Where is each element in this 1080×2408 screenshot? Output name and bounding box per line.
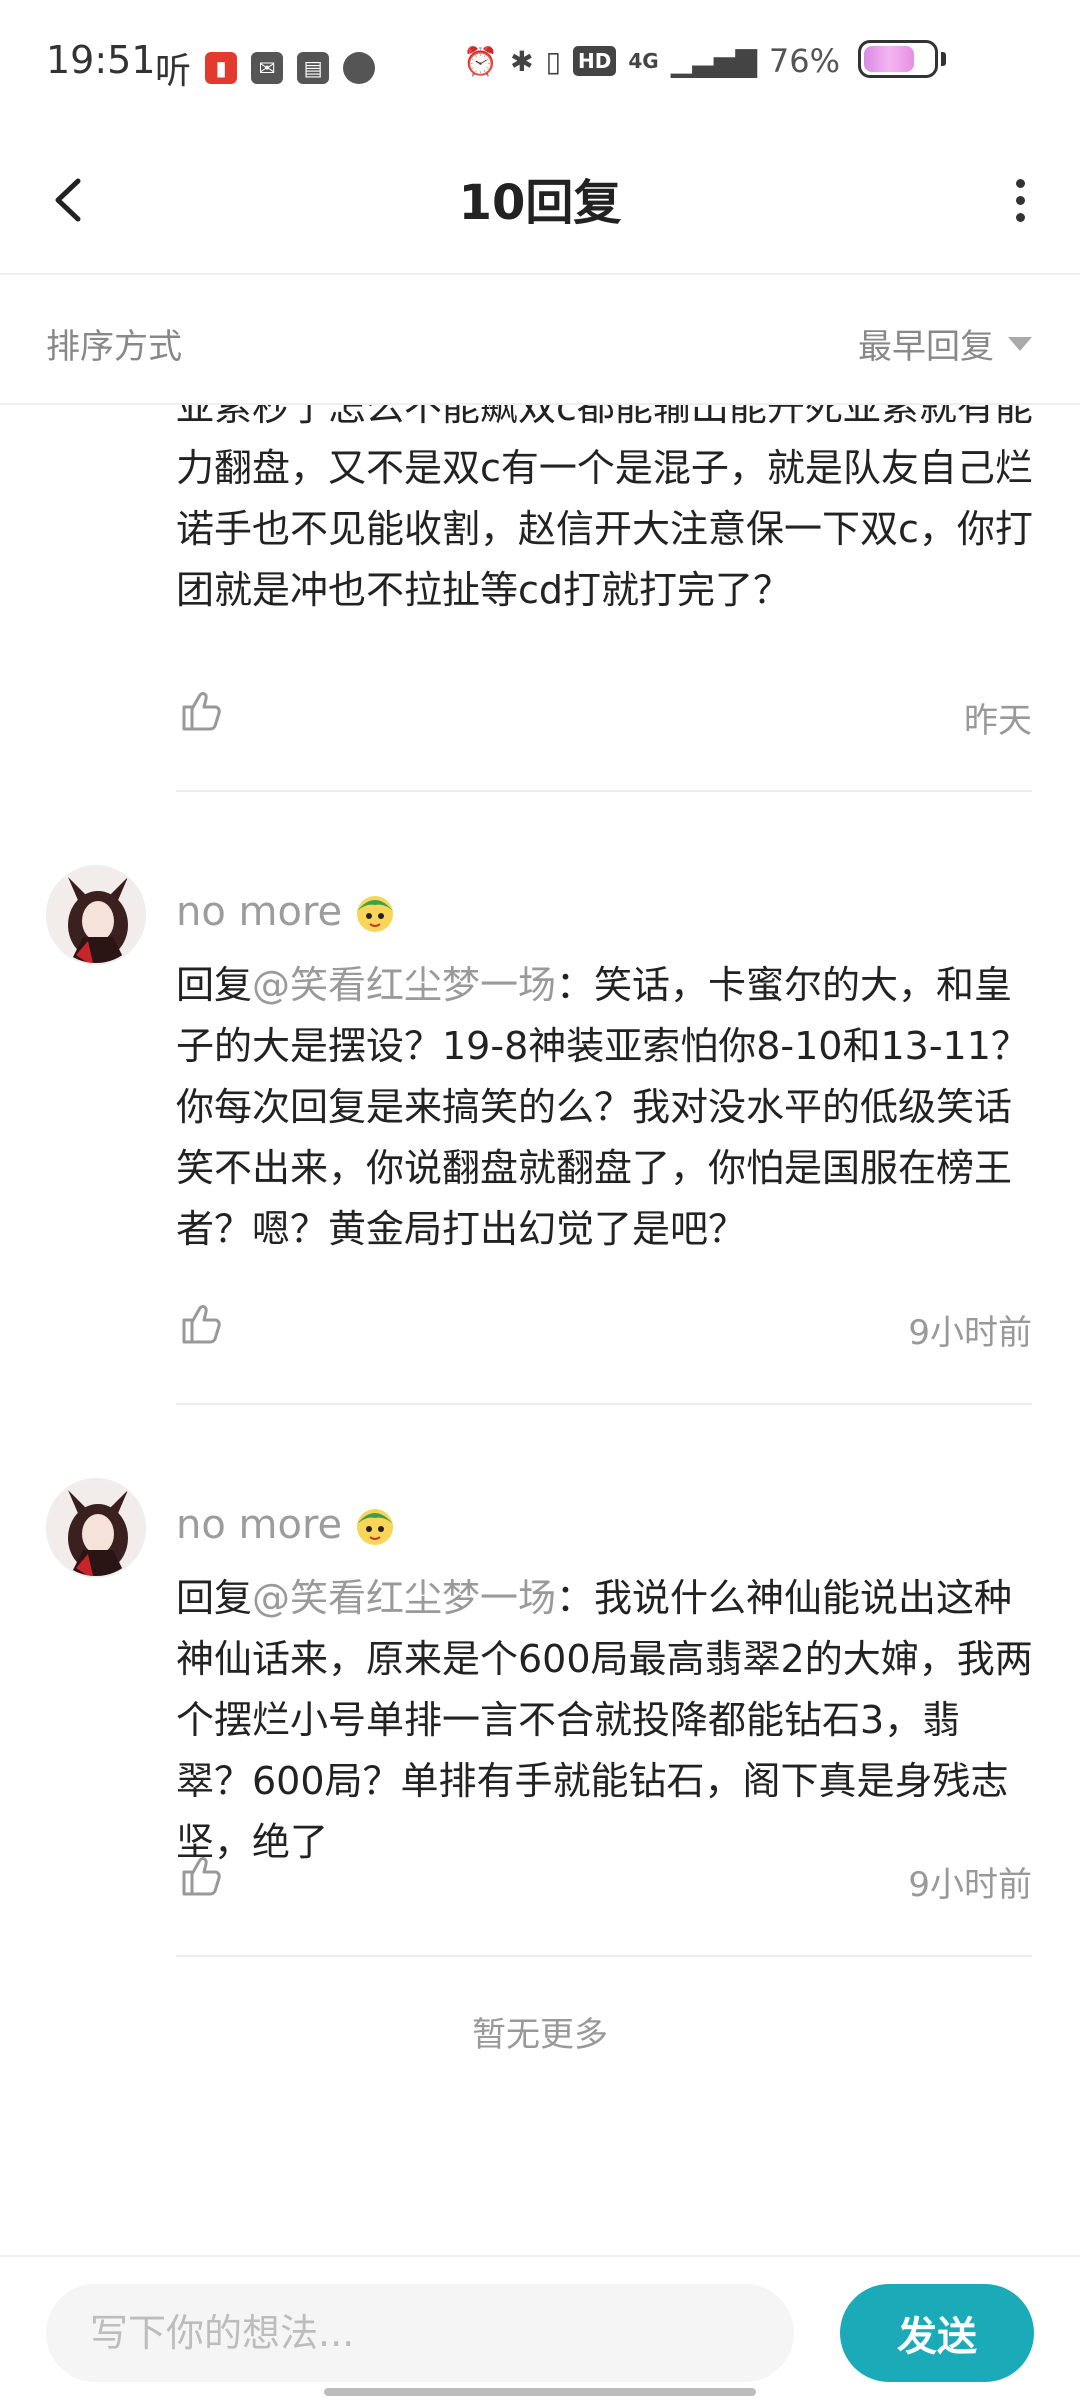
comment-input[interactable]: [46, 2284, 794, 2382]
reply-time: 9小时前: [908, 1865, 1032, 1905]
network-type: 4G: [628, 49, 659, 73]
sort-bar: 排序方式 最早回复: [0, 277, 1080, 405]
divider: [176, 1955, 1032, 1957]
compass-icon: [343, 52, 376, 84]
user-avatar[interactable]: [46, 1478, 146, 1578]
user-avatar[interactable]: [46, 865, 146, 965]
bluetooth-icon: ✱: [510, 44, 534, 78]
hd-icon: HD: [573, 46, 617, 76]
thumbs-up-icon[interactable]: [176, 1852, 224, 1900]
user-badge-icon: [357, 1509, 394, 1545]
caret-down-icon: [1008, 336, 1032, 351]
comment-input-bar: 发送: [0, 2255, 1080, 2408]
mention-link[interactable]: @笑看红尘梦一场: [252, 1576, 556, 1620]
divider: [176, 1403, 1032, 1405]
reply-text: 回复@笑看红尘梦一场：我说什么神仙能说出这种神仙话来，原来是个600局最高翡翠2…: [176, 1576, 1033, 1864]
end-of-list-text: 暂无更多: [472, 2015, 608, 2055]
battery-percent: 76%: [768, 42, 840, 80]
sort-value: 最早回复: [858, 327, 994, 367]
vibrate-icon: ▯: [545, 44, 562, 78]
status-system-icons: ⏰ ✱ ▯ HD 4G ▁▃▅▇ 76%: [463, 42, 840, 80]
sort-label: 排序方式: [46, 327, 182, 367]
status-notification-icons: 听 ▮ ✉ ▤: [155, 42, 376, 94]
more-options-button[interactable]: [990, 165, 1050, 235]
avatar-image: [48, 1480, 144, 1576]
book-icon: ▤: [297, 52, 330, 84]
news-app-icon: ▮: [205, 52, 238, 84]
mention-link[interactable]: @笑看红尘梦一场: [252, 963, 556, 1007]
alarm-icon: ⏰: [463, 44, 499, 78]
thumbs-up-icon[interactable]: [176, 687, 224, 735]
signal-icon: ▁▃▅▇: [670, 44, 757, 78]
battery-icon: [858, 40, 946, 78]
user-badge-icon: [357, 896, 394, 932]
username[interactable]: no more: [176, 889, 398, 935]
more-vertical-icon: [1015, 178, 1025, 188]
top-app-bar: 10回复: [0, 125, 1080, 275]
divider: [176, 790, 1032, 792]
username[interactable]: no more: [176, 1502, 398, 1548]
sort-dropdown[interactable]: 最早回复: [858, 319, 1032, 368]
thumbs-up-icon[interactable]: [176, 1300, 224, 1348]
reply-time: 9小时前: [908, 1313, 1032, 1353]
ting-app-icon: 听: [155, 51, 192, 92]
avatar-image: [48, 867, 144, 963]
reply-text: 亚索秒了怎么不能飙双c都能输出能开死亚索就有能力翻盘，又不是双c有一个是混子，就…: [176, 405, 1033, 612]
reply-text: 回复@笑看红尘梦一场：笑话，卡蜜尔的大，和皇子的大是摆设？19-8神装亚索怕你8…: [176, 963, 1029, 1251]
page-title: 10回复: [458, 175, 622, 231]
reply-time: 昨天: [964, 701, 1032, 741]
mail-icon: ✉: [251, 52, 284, 84]
status-time: 19:51: [46, 38, 156, 82]
status-bar: 19:51 听 ▮ ✉ ▤ ⏰ ✱ ▯ HD 4G ▁▃▅▇ 76%: [0, 0, 1080, 125]
replies-list[interactable]: 亚索秒了怎么不能飙双c都能输出能开死亚索就有能力翻盘，又不是双c有一个是混子，就…: [0, 405, 1080, 2255]
home-indicator[interactable]: [324, 2388, 756, 2396]
send-button[interactable]: 发送: [840, 2284, 1034, 2382]
